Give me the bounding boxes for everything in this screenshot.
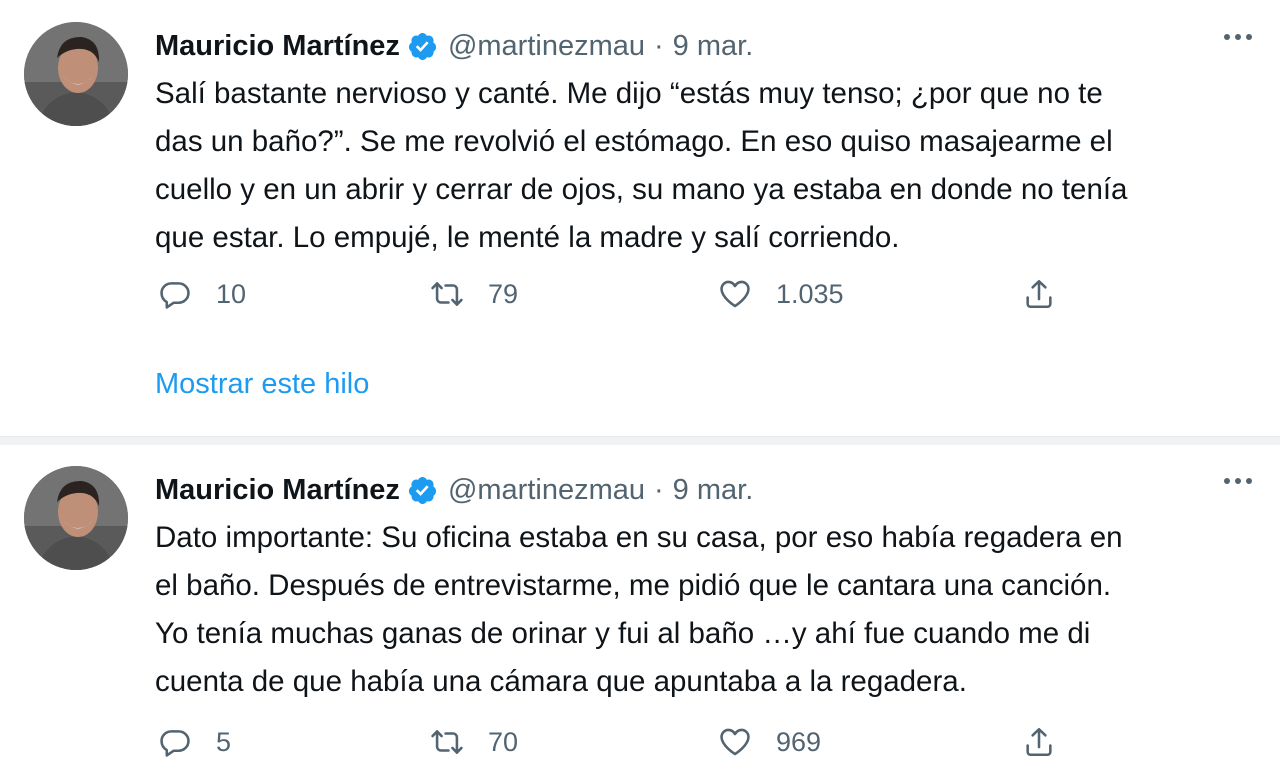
share-icon [1026,727,1052,757]
reply-count: 5 [216,726,232,757]
retweet-icon [431,282,463,306]
tweet-text-line: cuenta de que había una cámara que apunt… [155,665,967,698]
tweet-text-line: Yo tenía muchas ganas de orinar y fui al… [155,617,1091,650]
retweet-button[interactable]: 79 [430,272,518,316]
tweet-text-line: Salí bastante nervioso y canté. Me dijo … [155,77,1103,110]
show-thread-link[interactable]: Mostrar este hilo [155,368,369,401]
reply-button[interactable]: 5 [158,720,231,764]
header-separator: · [654,29,664,62]
header-separator: · [654,473,664,506]
tweet-actions: 10 79 1.035 [158,272,1258,316]
like-button[interactable]: 1.035 [718,272,844,316]
like-count: 1.035 [776,278,844,309]
reply-count: 10 [216,278,247,309]
tweet-date[interactable]: 9 mar. [673,474,754,507]
tweet-text-line: cuello y en un abrir y cerrar de ojos, s… [155,173,1128,206]
more-options-icon[interactable] [1224,478,1252,484]
verified-badge-icon [407,475,438,506]
tweet[interactable]: Mauricio Martínez @martinezmau · 9 mar. … [0,444,1280,778]
share-button[interactable] [1022,720,1056,764]
author-handle[interactable]: @martinezmau [448,30,645,63]
verified-badge-icon [407,31,438,62]
tweet[interactable]: Mauricio Martínez @martinezmau · 9 mar. … [0,0,1280,436]
share-icon [1026,279,1052,309]
avatar[interactable] [24,466,128,570]
tweet-text-line: das un baño?”. Se me revolvió el estómag… [155,125,1113,158]
author-name[interactable]: Mauricio Martínez [155,30,400,63]
tweet-text: Salí bastante nervioso y canté. Me dijo … [155,70,1245,262]
more-options-icon[interactable] [1224,34,1252,40]
like-heart-icon [720,728,750,756]
tweet-header: Mauricio Martínez @martinezmau · 9 mar. [155,24,753,68]
tweet-text-line: que estar. Lo empujé, le menté la madre … [155,221,900,254]
author-name[interactable]: Mauricio Martínez [155,474,400,507]
like-button[interactable]: 969 [718,720,821,764]
reply-button[interactable]: 10 [158,272,246,316]
like-count: 969 [776,726,822,757]
tweet-date[interactable]: 9 mar. [673,30,754,63]
tweet-actions: 5 70 969 [158,720,1258,764]
tweet-header: Mauricio Martínez @martinezmau · 9 mar. [155,468,753,512]
retweet-button[interactable]: 70 [430,720,518,764]
reply-icon [160,282,190,309]
tweet-text: Dato importante: Su oficina estaba en su… [155,514,1245,706]
like-heart-icon [720,280,750,308]
tweet-text-line: Dato importante: Su oficina estaba en su… [155,521,1123,554]
share-button[interactable] [1022,272,1056,316]
retweet-count: 70 [488,726,519,757]
author-handle[interactable]: @martinezmau [448,474,645,507]
tweet-text-line: el baño. Después de entrevistarme, me pi… [155,569,1112,602]
retweet-icon [431,730,463,754]
reply-icon [160,730,190,757]
retweet-count: 79 [488,278,519,309]
avatar[interactable] [24,22,128,126]
